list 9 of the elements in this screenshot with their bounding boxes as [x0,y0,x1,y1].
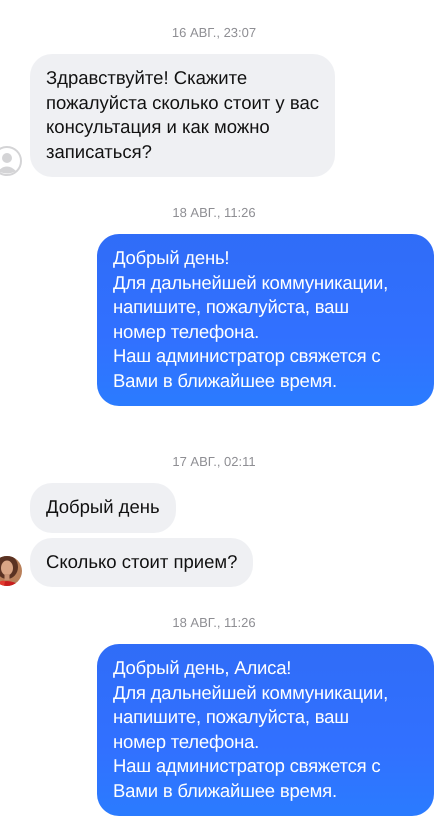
outgoing-message: Добрый день, Алиса! Для дальнейшей коммуникации, напишите, пожалуйста, ваш номер телефона. Наш администратор свяжется с Вами в ближайшее время. [97,644,434,816]
outgoing-message: Добрый день! Для дальнейшей коммуникации, напишите, пожалуйста, ваш номер телефона. Наш администратор свяжется с Вами в ближайшее время. [97,234,434,406]
message-timestamp: 16 АВГ., 23:07 [172,25,258,40]
message-timestamp: 18 АВГ., 11:26 [172,205,257,220]
incoming-message: Добрый день [30,483,176,532]
message-timestamp: 18 АВГ., 11:26 [172,615,257,630]
incoming-message: Сколько стоит прием? [30,538,254,587]
incoming-message: Здравствуйте! Скажите пожалуйста сколько стоит у вас консультация и как можно записаться? [30,54,335,177]
message-timestamp: 17 АВГ., 02:11 [172,454,257,469]
